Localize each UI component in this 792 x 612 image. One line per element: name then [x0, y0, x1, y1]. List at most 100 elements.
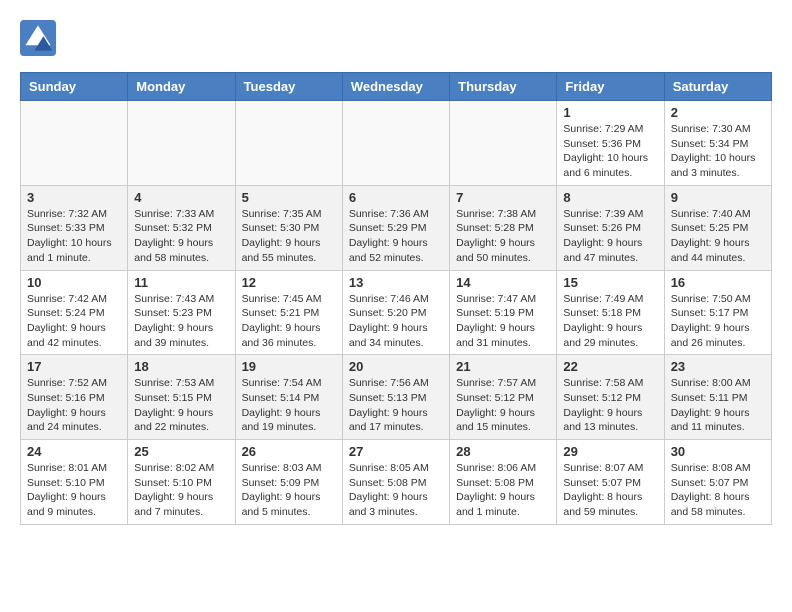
header-tuesday: Tuesday: [235, 73, 342, 101]
calendar-cell: 9Sunrise: 7:40 AM Sunset: 5:25 PM Daylig…: [664, 185, 771, 270]
calendar-cell: 16 Sunrise: 7:50 AM Sunset: 5:17 PM Dayli…: [664, 270, 771, 355]
day-number: 24: [27, 444, 121, 459]
day-info: Sunrise: 7:38 AM Sunset: 5:28 PM Dayligh…: [456, 207, 550, 266]
logo-icon: [20, 20, 56, 56]
calendar-cell: 22 Sunrise: 7:58 AM Sunset: 5:12 PM Dayli…: [557, 355, 664, 440]
calendar-cell: 11 Sunrise: 7:43 AM Sunset: 5:23 PM Dayli…: [128, 270, 235, 355]
day-number: 21: [456, 359, 550, 374]
week-row-1: 1Sunrise: 7:29 AM Sunset: 5:36 PM Daylig…: [21, 101, 772, 186]
day-info: Sunrise: 8:01 AM Sunset: 5:10 PM Dayligh…: [27, 461, 121, 520]
day-info: Sunrise: 8:05 AM Sunset: 5:08 PM Dayligh…: [349, 461, 443, 520]
calendar-cell: 12 Sunrise: 7:45 AM Sunset: 5:21 PM Dayli…: [235, 270, 342, 355]
day-number: 29: [563, 444, 657, 459]
calendar-cell: [235, 101, 342, 186]
day-number: 28: [456, 444, 550, 459]
day-number: 19: [242, 359, 336, 374]
day-number: 5: [242, 190, 336, 205]
day-number: 22: [563, 359, 657, 374]
day-info: Sunrise: 7:46 AM Sunset: 5:20 PM Dayligh…: [349, 292, 443, 351]
day-info: Sunrise: 7:29 AM Sunset: 5:36 PM Dayligh…: [563, 122, 657, 181]
day-info: Sunrise: 8:03 AM Sunset: 5:09 PM Dayligh…: [242, 461, 336, 520]
day-number: 20: [349, 359, 443, 374]
day-info: Sunrise: 7:42 AM Sunset: 5:24 PM Dayligh…: [27, 292, 121, 351]
calendar-cell: 17 Sunrise: 7:52 AM Sunset: 5:16 PM Dayli…: [21, 355, 128, 440]
day-info: Sunrise: 7:32 AM Sunset: 5:33 PM Dayligh…: [27, 207, 121, 266]
day-number: 11: [134, 275, 228, 290]
week-row-4: 17 Sunrise: 7:52 AM Sunset: 5:16 PM Dayli…: [21, 355, 772, 440]
day-number: 30: [671, 444, 765, 459]
day-info: Sunrise: 7:56 AM Sunset: 5:13 PM Dayligh…: [349, 376, 443, 435]
header-monday: Monday: [128, 73, 235, 101]
day-info: Sunrise: 7:39 AM Sunset: 5:26 PM Dayligh…: [563, 207, 657, 266]
header-sunday: Sunday: [21, 73, 128, 101]
day-info: Sunrise: 7:52 AM Sunset: 5:16 PM Dayligh…: [27, 376, 121, 435]
day-info: Sunrise: 7:57 AM Sunset: 5:12 PM Dayligh…: [456, 376, 550, 435]
day-number: 15: [563, 275, 657, 290]
calendar-cell: 7 Sunrise: 7:38 AM Sunset: 5:28 PM Daylig…: [450, 185, 557, 270]
calendar-cell: 8 Sunrise: 7:39 AM Sunset: 5:26 PM Daylig…: [557, 185, 664, 270]
day-number: 10: [27, 275, 121, 290]
calendar-cell: 29Sunrise: 8:07 AM Sunset: 5:07 PM Dayli…: [557, 440, 664, 525]
calendar-cell: 2Sunrise: 7:30 AM Sunset: 5:34 PM Daylig…: [664, 101, 771, 186]
header-thursday: Thursday: [450, 73, 557, 101]
calendar-cell: 1Sunrise: 7:29 AM Sunset: 5:36 PM Daylig…: [557, 101, 664, 186]
day-number: 4: [134, 190, 228, 205]
day-number: 9: [671, 190, 765, 205]
calendar-cell: 18 Sunrise: 7:53 AM Sunset: 5:15 PM Dayli…: [128, 355, 235, 440]
day-info: Sunrise: 8:06 AM Sunset: 5:08 PM Dayligh…: [456, 461, 550, 520]
header-friday: Friday: [557, 73, 664, 101]
calendar-cell: 6 Sunrise: 7:36 AM Sunset: 5:29 PM Daylig…: [342, 185, 449, 270]
day-number: 16: [671, 275, 765, 290]
logo: [20, 20, 62, 56]
day-info: Sunrise: 7:35 AM Sunset: 5:30 PM Dayligh…: [242, 207, 336, 266]
day-number: 3: [27, 190, 121, 205]
day-info: Sunrise: 8:00 AM Sunset: 5:11 PM Dayligh…: [671, 376, 765, 435]
day-number: 8: [563, 190, 657, 205]
day-info: Sunrise: 7:47 AM Sunset: 5:19 PM Dayligh…: [456, 292, 550, 351]
calendar-cell: 28 Sunrise: 8:06 AM Sunset: 5:08 PM Dayli…: [450, 440, 557, 525]
calendar-cell: 13 Sunrise: 7:46 AM Sunset: 5:20 PM Dayli…: [342, 270, 449, 355]
calendar-cell: 25 Sunrise: 8:02 AM Sunset: 5:10 PM Dayli…: [128, 440, 235, 525]
day-number: 23: [671, 359, 765, 374]
week-row-2: 3 Sunrise: 7:32 AM Sunset: 5:33 PM Daylig…: [21, 185, 772, 270]
calendar-cell: 15Sunrise: 7:49 AM Sunset: 5:18 PM Dayli…: [557, 270, 664, 355]
day-info: Sunrise: 7:33 AM Sunset: 5:32 PM Dayligh…: [134, 207, 228, 266]
day-number: 27: [349, 444, 443, 459]
day-number: 7: [456, 190, 550, 205]
calendar-cell: 21 Sunrise: 7:57 AM Sunset: 5:12 PM Dayli…: [450, 355, 557, 440]
calendar-cell: 5 Sunrise: 7:35 AM Sunset: 5:30 PM Daylig…: [235, 185, 342, 270]
week-row-3: 10 Sunrise: 7:42 AM Sunset: 5:24 PM Dayli…: [21, 270, 772, 355]
calendar-cell: [21, 101, 128, 186]
calendar: SundayMondayTuesdayWednesdayThursdayFrid…: [20, 72, 772, 525]
day-info: Sunrise: 8:08 AM Sunset: 5:07 PM Dayligh…: [671, 461, 765, 520]
day-number: 26: [242, 444, 336, 459]
day-info: Sunrise: 7:45 AM Sunset: 5:21 PM Dayligh…: [242, 292, 336, 351]
day-number: 12: [242, 275, 336, 290]
day-info: Sunrise: 7:53 AM Sunset: 5:15 PM Dayligh…: [134, 376, 228, 435]
day-number: 6: [349, 190, 443, 205]
day-info: Sunrise: 7:36 AM Sunset: 5:29 PM Dayligh…: [349, 207, 443, 266]
day-number: 13: [349, 275, 443, 290]
day-number: 25: [134, 444, 228, 459]
calendar-cell: 10 Sunrise: 7:42 AM Sunset: 5:24 PM Dayli…: [21, 270, 128, 355]
calendar-cell: 24 Sunrise: 8:01 AM Sunset: 5:10 PM Dayli…: [21, 440, 128, 525]
week-row-5: 24 Sunrise: 8:01 AM Sunset: 5:10 PM Dayli…: [21, 440, 772, 525]
calendar-cell: [128, 101, 235, 186]
header-wednesday: Wednesday: [342, 73, 449, 101]
day-number: 17: [27, 359, 121, 374]
calendar-cell: 23 Sunrise: 8:00 AM Sunset: 5:11 PM Dayli…: [664, 355, 771, 440]
header-saturday: Saturday: [664, 73, 771, 101]
day-number: 18: [134, 359, 228, 374]
header: [20, 20, 772, 56]
calendar-cell: 14 Sunrise: 7:47 AM Sunset: 5:19 PM Dayli…: [450, 270, 557, 355]
day-info: Sunrise: 7:43 AM Sunset: 5:23 PM Dayligh…: [134, 292, 228, 351]
day-info: Sunrise: 7:58 AM Sunset: 5:12 PM Dayligh…: [563, 376, 657, 435]
day-info: Sunrise: 8:02 AM Sunset: 5:10 PM Dayligh…: [134, 461, 228, 520]
calendar-cell: 26 Sunrise: 8:03 AM Sunset: 5:09 PM Dayli…: [235, 440, 342, 525]
day-info: Sunrise: 7:50 AM Sunset: 5:17 PM Dayligh…: [671, 292, 765, 351]
calendar-cell: 27 Sunrise: 8:05 AM Sunset: 5:08 PM Dayli…: [342, 440, 449, 525]
calendar-cell: 19Sunrise: 7:54 AM Sunset: 5:14 PM Dayli…: [235, 355, 342, 440]
day-info: Sunrise: 7:30 AM Sunset: 5:34 PM Dayligh…: [671, 122, 765, 181]
day-number: 14: [456, 275, 550, 290]
calendar-cell: 30 Sunrise: 8:08 AM Sunset: 5:07 PM Dayli…: [664, 440, 771, 525]
